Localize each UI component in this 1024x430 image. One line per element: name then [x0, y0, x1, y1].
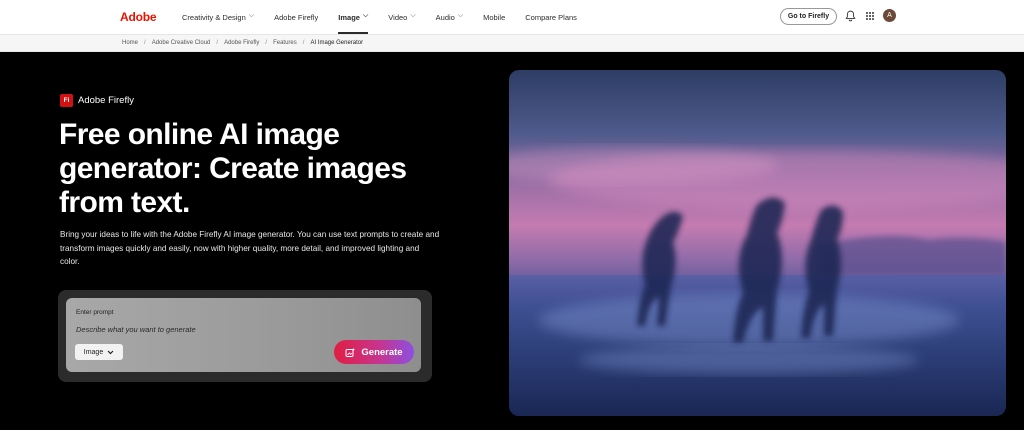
nav-item-compare-plans[interactable]: Compare Plans: [515, 0, 587, 34]
type-select-value: Image: [83, 348, 104, 356]
top-navigation: Adobe Creativity & Design ⌵ Adobe Firefly…: [0, 0, 1024, 34]
chevron-down-icon: [107, 350, 114, 354]
hero-description: Bring your ideas to life with the Adobe …: [60, 230, 440, 266]
main-nav: Creativity & Design ⌵ Adobe Firefly Image…: [172, 0, 587, 34]
chevron-down-icon: ⌵: [457, 12, 464, 19]
chevron-down-icon: ⌵: [248, 12, 255, 19]
prompt-panel: Enter prompt Image Generate: [58, 290, 432, 382]
nav-item-label: Compare Plans: [525, 12, 577, 22]
prompt-label: Enter prompt: [76, 309, 114, 316]
breadcrumb: Home / Adobe Creative Cloud / Adobe Fire…: [0, 34, 1024, 52]
prompt-card: Enter prompt Image Generate: [66, 298, 421, 372]
firefly-logo-icon: Fi: [60, 94, 73, 107]
go-to-firefly-button[interactable]: Go to Firefly: [780, 8, 837, 25]
adobe-logo[interactable]: Adobe: [120, 10, 157, 24]
breadcrumb-creative-cloud[interactable]: Adobe Creative Cloud: [152, 40, 211, 46]
chevron-down-icon: ⌵: [362, 12, 369, 19]
nav-item-audio[interactable]: Audio ⌵: [426, 0, 474, 34]
nav-item-image[interactable]: Image ⌵: [328, 0, 378, 34]
nav-item-label: Adobe Firefly: [274, 12, 319, 22]
product-name: Adobe Firefly: [78, 95, 134, 106]
breadcrumb-separator: /: [265, 40, 268, 46]
breadcrumb-separator: /: [144, 40, 146, 46]
hero-example-image: [509, 70, 1006, 416]
nav-item-label: Image: [338, 12, 360, 22]
breadcrumb-adobe-firefly[interactable]: Adobe Firefly: [224, 40, 259, 46]
nav-item-adobe-firefly[interactable]: Adobe Firefly: [264, 0, 328, 34]
breadcrumb-home[interactable]: Home: [122, 40, 138, 46]
nav-item-creativity-design[interactable]: Creativity & Design ⌵: [172, 0, 264, 34]
breadcrumb-current: AI Image Generator: [310, 40, 364, 46]
breadcrumb-features[interactable]: Features: [273, 40, 297, 46]
breadcrumb-separator: /: [302, 40, 305, 46]
generate-button[interactable]: Generate: [334, 340, 414, 364]
breadcrumb-separator: /: [216, 40, 219, 46]
generate-label: Generate: [361, 346, 403, 358]
nav-item-label: Mobile: [483, 12, 506, 22]
nav-item-mobile[interactable]: Mobile: [473, 0, 515, 34]
avatar[interactable]: A: [883, 9, 896, 22]
sparkle-image-icon: [345, 347, 356, 357]
nav-item-video[interactable]: Video ⌵: [378, 0, 425, 34]
nav-item-label: Audio: [435, 12, 455, 22]
prompt-input[interactable]: [76, 323, 316, 335]
app-grid-icon[interactable]: [865, 11, 874, 20]
chevron-down-icon: ⌵: [410, 12, 416, 19]
hero-section: Fi Adobe Firefly Free online AI image ge…: [0, 52, 1024, 430]
product-tag: Fi Adobe Firefly: [60, 94, 134, 107]
bell-icon[interactable]: [845, 10, 856, 22]
nav-item-label: Creativity & Design: [182, 12, 246, 22]
generation-type-select[interactable]: Image: [75, 344, 123, 360]
nav-item-label: Video: [388, 12, 408, 22]
page-title: Free online AI image generator: Create i…: [59, 118, 407, 219]
